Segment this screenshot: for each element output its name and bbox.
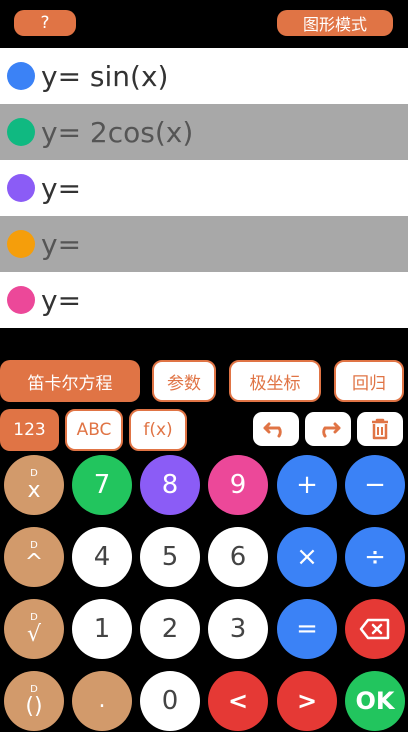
mode-regression-label: 回归 <box>352 373 386 394</box>
key-label: 1 <box>93 614 111 644</box>
key-1[interactable]: 1 <box>72 599 132 659</box>
undo-icon <box>263 422 282 438</box>
help-button[interactable]: ? <box>14 10 76 36</box>
clear-all-button[interactable] <box>357 412 403 446</box>
key-label: 0 <box>161 686 179 716</box>
key-7[interactable]: 7 <box>72 455 132 515</box>
key-label: ÷ <box>364 542 386 572</box>
key-label: √ <box>26 622 42 647</box>
mode-polar-label: 极坐标 <box>249 373 301 394</box>
key-9[interactable]: 9 <box>208 455 268 515</box>
function-expression: y= 2cos(x) <box>41 115 194 149</box>
key-power[interactable]: D ^ <box>4 527 64 587</box>
key-label: 5 <box>161 542 179 572</box>
key-equals[interactable]: = <box>277 599 337 659</box>
key-label: ^ <box>24 550 44 575</box>
key-decimal[interactable]: . <box>72 671 132 731</box>
function-expression: y= <box>41 171 82 205</box>
key-label: 2 <box>161 614 179 644</box>
key-label: < <box>227 687 249 715</box>
color-dot-icon[interactable] <box>7 118 35 146</box>
tab-functions[interactable]: f(x) <box>129 409 187 451</box>
key-label: 9 <box>229 470 247 500</box>
key-divide[interactable]: ÷ <box>345 527 405 587</box>
key-label: 4 <box>93 542 111 572</box>
key-times[interactable]: × <box>277 527 337 587</box>
key-label: = <box>296 614 318 644</box>
key-8[interactable]: 8 <box>140 455 200 515</box>
key-label: − <box>364 470 386 500</box>
tab-functions-label: f(x) <box>143 420 173 440</box>
color-dot-icon[interactable] <box>7 62 35 90</box>
key-label: () <box>25 694 43 719</box>
function-row-2[interactable]: y= 2cos(x) <box>0 104 408 160</box>
key-minus[interactable]: − <box>345 455 405 515</box>
tab-numbers-label: 123 <box>13 420 46 440</box>
help-label: ? <box>40 13 50 33</box>
key-label: 7 <box>93 470 111 500</box>
mode-cartesian-label: 笛卡尔方程 <box>27 373 113 394</box>
function-expression: y= <box>41 227 82 261</box>
key-label: 6 <box>229 542 247 572</box>
key-x[interactable]: D x <box>4 455 64 515</box>
key-label: 8 <box>161 470 179 500</box>
redo-button[interactable] <box>305 412 351 446</box>
mode-polar-button[interactable]: 极坐标 <box>229 360 321 402</box>
trash-icon <box>372 418 388 440</box>
key-label: × <box>296 542 318 572</box>
key-label: 3 <box>229 614 247 644</box>
key-5[interactable]: 5 <box>140 527 200 587</box>
mode-regression-button[interactable]: 回归 <box>334 360 404 402</box>
function-expression: y= sin(x) <box>41 59 169 93</box>
key-label: OK <box>355 687 395 715</box>
key-6[interactable]: 6 <box>208 527 268 587</box>
function-row-4[interactable]: y= <box>0 216 408 272</box>
backspace-button[interactable] <box>345 599 405 659</box>
tab-numbers[interactable]: 123 <box>0 409 59 451</box>
key-3[interactable]: 3 <box>208 599 268 659</box>
ok-button[interactable]: OK <box>345 671 405 731</box>
color-dot-icon[interactable] <box>7 230 35 258</box>
graph-mode-button[interactable]: 图形模式 <box>277 10 393 36</box>
key-label: > <box>296 687 318 715</box>
color-dot-icon[interactable] <box>7 286 35 314</box>
tab-letters-label: ABC <box>76 420 112 440</box>
function-expression: y= <box>41 283 82 317</box>
function-list: y= sin(x) y= 2cos(x) y= y= y= <box>0 48 408 328</box>
function-row-5[interactable]: y= <box>0 272 408 328</box>
mode-cartesian-button[interactable]: 笛卡尔方程 <box>0 360 140 402</box>
mode-parametric-label: 参数 <box>167 373 201 394</box>
key-4[interactable]: 4 <box>72 527 132 587</box>
color-dot-icon[interactable] <box>7 174 35 202</box>
undo-button[interactable] <box>253 412 299 446</box>
tab-letters[interactable]: ABC <box>65 409 123 451</box>
mode-parametric-button[interactable]: 参数 <box>152 360 216 402</box>
function-row-3[interactable]: y= <box>0 160 408 216</box>
function-row-1[interactable]: y= sin(x) <box>0 48 408 104</box>
cursor-right-button[interactable]: > <box>277 671 337 731</box>
key-label: . <box>98 688 106 713</box>
redo-icon <box>322 422 341 438</box>
key-sqrt[interactable]: D √ <box>4 599 64 659</box>
backspace-icon <box>359 618 390 640</box>
key-label: x <box>27 478 41 503</box>
key-label: + <box>296 470 318 500</box>
key-parentheses[interactable]: D () <box>4 671 64 731</box>
key-2[interactable]: 2 <box>140 599 200 659</box>
cursor-left-button[interactable]: < <box>208 671 268 731</box>
graph-mode-label: 图形模式 <box>302 15 367 34</box>
key-0[interactable]: 0 <box>140 671 200 731</box>
key-plus[interactable]: + <box>277 455 337 515</box>
